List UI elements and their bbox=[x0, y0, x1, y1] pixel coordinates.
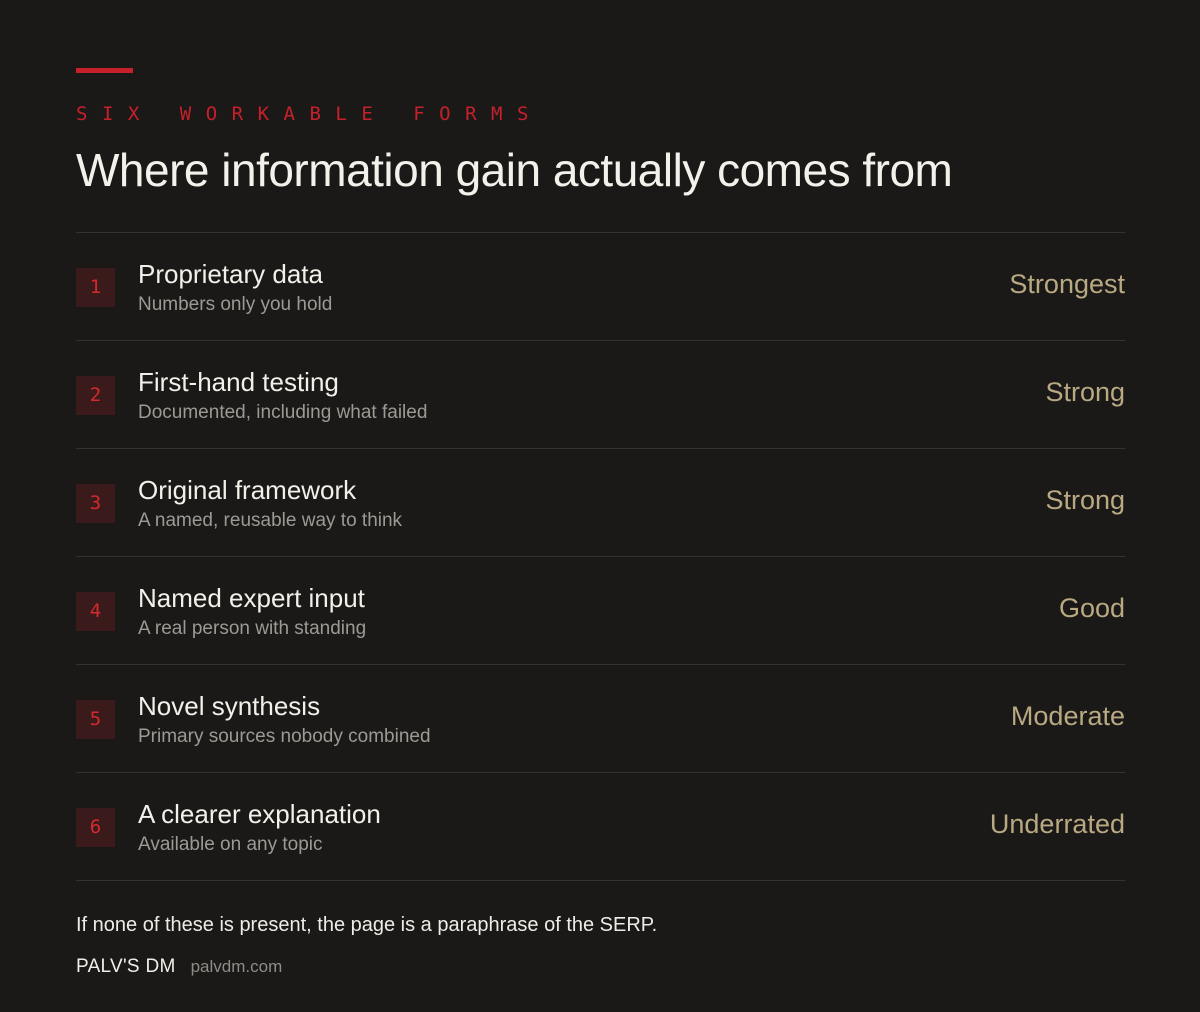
item-number-badge: 2 bbox=[76, 376, 115, 415]
item-title: Novel synthesis bbox=[138, 691, 321, 721]
item-title: Named expert input bbox=[138, 583, 365, 613]
item-subtitle: Documented, including what failed bbox=[138, 402, 428, 423]
item-subtitle: A named, reusable way to think bbox=[138, 510, 403, 531]
list-item: 2 First-hand testing Documented, includi… bbox=[76, 341, 1125, 449]
forms-list: 1 Proprietary data Numbers only you hold… bbox=[76, 232, 1125, 881]
list-item: 4 Named expert input A real person with … bbox=[76, 557, 1125, 665]
eyebrow-label: SIX WORKABLE FORMS bbox=[76, 103, 543, 125]
item-subtitle: Primary sources nobody combined bbox=[138, 726, 431, 747]
page-title: Where information gain actually comes fr… bbox=[76, 144, 953, 196]
footnote: If none of these is present, the page is… bbox=[76, 914, 658, 936]
item-number-badge: 5 bbox=[76, 700, 115, 739]
item-number-badge: 3 bbox=[76, 484, 115, 523]
item-rating: Good bbox=[1058, 593, 1125, 623]
item-rating: Strongest bbox=[1009, 269, 1125, 299]
item-title: Proprietary data bbox=[138, 259, 323, 289]
list-item: 1 Proprietary data Numbers only you hold… bbox=[76, 233, 1125, 341]
item-title: A clearer explanation bbox=[138, 799, 381, 829]
item-number-badge: 4 bbox=[76, 592, 115, 631]
brand-name: PALV'S DM bbox=[76, 956, 176, 977]
brand-signature: PALV'S DM palvdm.com bbox=[76, 956, 282, 978]
accent-bar bbox=[76, 68, 133, 73]
list-item: 6 A clearer explanation Available on any… bbox=[76, 773, 1125, 881]
item-rating: Strong bbox=[1045, 377, 1125, 407]
item-subtitle: A real person with standing bbox=[138, 618, 367, 639]
item-rating: Moderate bbox=[1010, 701, 1125, 731]
list-item: 5 Novel synthesis Primary sources nobody… bbox=[76, 665, 1125, 773]
item-title: First-hand testing bbox=[138, 367, 339, 397]
item-title: Original framework bbox=[138, 475, 357, 505]
item-rating: Underrated bbox=[989, 809, 1125, 839]
item-subtitle: Available on any topic bbox=[138, 834, 323, 855]
brand-url: palvdm.com bbox=[190, 957, 283, 976]
item-number-badge: 6 bbox=[76, 808, 115, 847]
item-number-badge: 1 bbox=[76, 268, 115, 307]
list-item: 3 Original framework A named, reusable w… bbox=[76, 449, 1125, 557]
item-rating: Strong bbox=[1045, 485, 1125, 515]
item-subtitle: Numbers only you hold bbox=[138, 294, 333, 315]
